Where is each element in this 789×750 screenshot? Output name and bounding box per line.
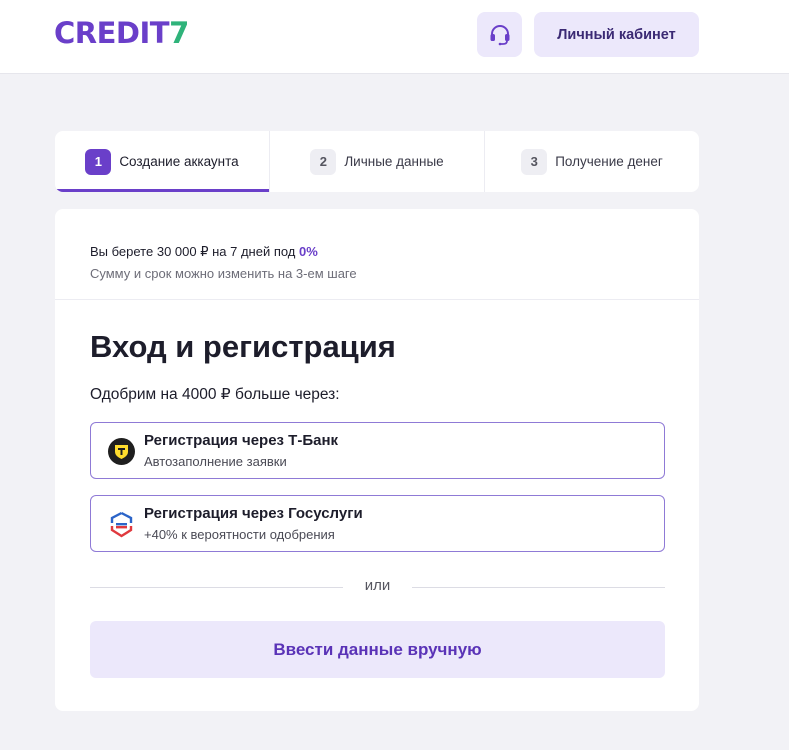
tbank-icon	[108, 438, 135, 465]
gosuslugi-icon	[110, 511, 133, 538]
loan-summary: Вы берете 30 000 ₽ на 7 дней под 0%	[90, 244, 318, 259]
step-number: 1	[85, 148, 112, 175]
step-personal-data[interactable]: 2 Личные данные	[270, 131, 485, 192]
step-create-account[interactable]: 1 Создание аккаунта	[55, 131, 270, 192]
registration-card: Вы берете 30 000 ₽ на 7 дней под 0% Сумм…	[55, 209, 699, 711]
option-description: +40% к вероятности одобрения	[144, 527, 335, 542]
or-divider: или	[90, 577, 665, 597]
gosuslugi-registration-button[interactable]: Регистрация через Госуслуги +40% к вероя…	[90, 495, 665, 552]
interest-rate: 0%	[299, 244, 318, 259]
option-title: Регистрация через Т-Банк	[144, 432, 339, 449]
header: CREDIT7 Личный кабинет	[0, 0, 789, 74]
tbank-registration-button[interactable]: Регистрация через Т-Банк Автозаполнение …	[90, 422, 665, 479]
registration-steps: 1 Создание аккаунта 2 Личные данные 3 По…	[55, 131, 699, 192]
manual-entry-button[interactable]: Ввести данные вручную	[90, 621, 665, 678]
credit7-logo[interactable]: CREDIT7	[54, 15, 189, 51]
approval-subtitle: Одобрим на 4000 ₽ больше через:	[90, 386, 340, 403]
step-label: Создание аккаунта	[119, 154, 239, 169]
personal-account-button[interactable]: Личный кабинет	[534, 12, 699, 57]
option-title: Регистрация через Госуслуги	[144, 505, 363, 522]
support-button[interactable]	[477, 12, 522, 57]
step-number: 2	[310, 148, 337, 175]
step-label: Получение денег	[555, 154, 663, 169]
step-number: 3	[521, 148, 548, 175]
headset-icon	[490, 24, 509, 45]
step-get-money[interactable]: 3 Получение денег	[485, 131, 699, 192]
page-title: Вход и регистрация	[90, 329, 396, 364]
option-description: Автозаполнение заявки	[144, 454, 287, 469]
loan-info: Вы берете 30 000 ₽ на 7 дней под 0% Сумм…	[55, 209, 699, 300]
or-label: или	[364, 577, 391, 594]
step-label: Личные данные	[344, 154, 444, 169]
loan-hint: Сумму и срок можно изменить на 3-ем шаге	[90, 266, 357, 281]
